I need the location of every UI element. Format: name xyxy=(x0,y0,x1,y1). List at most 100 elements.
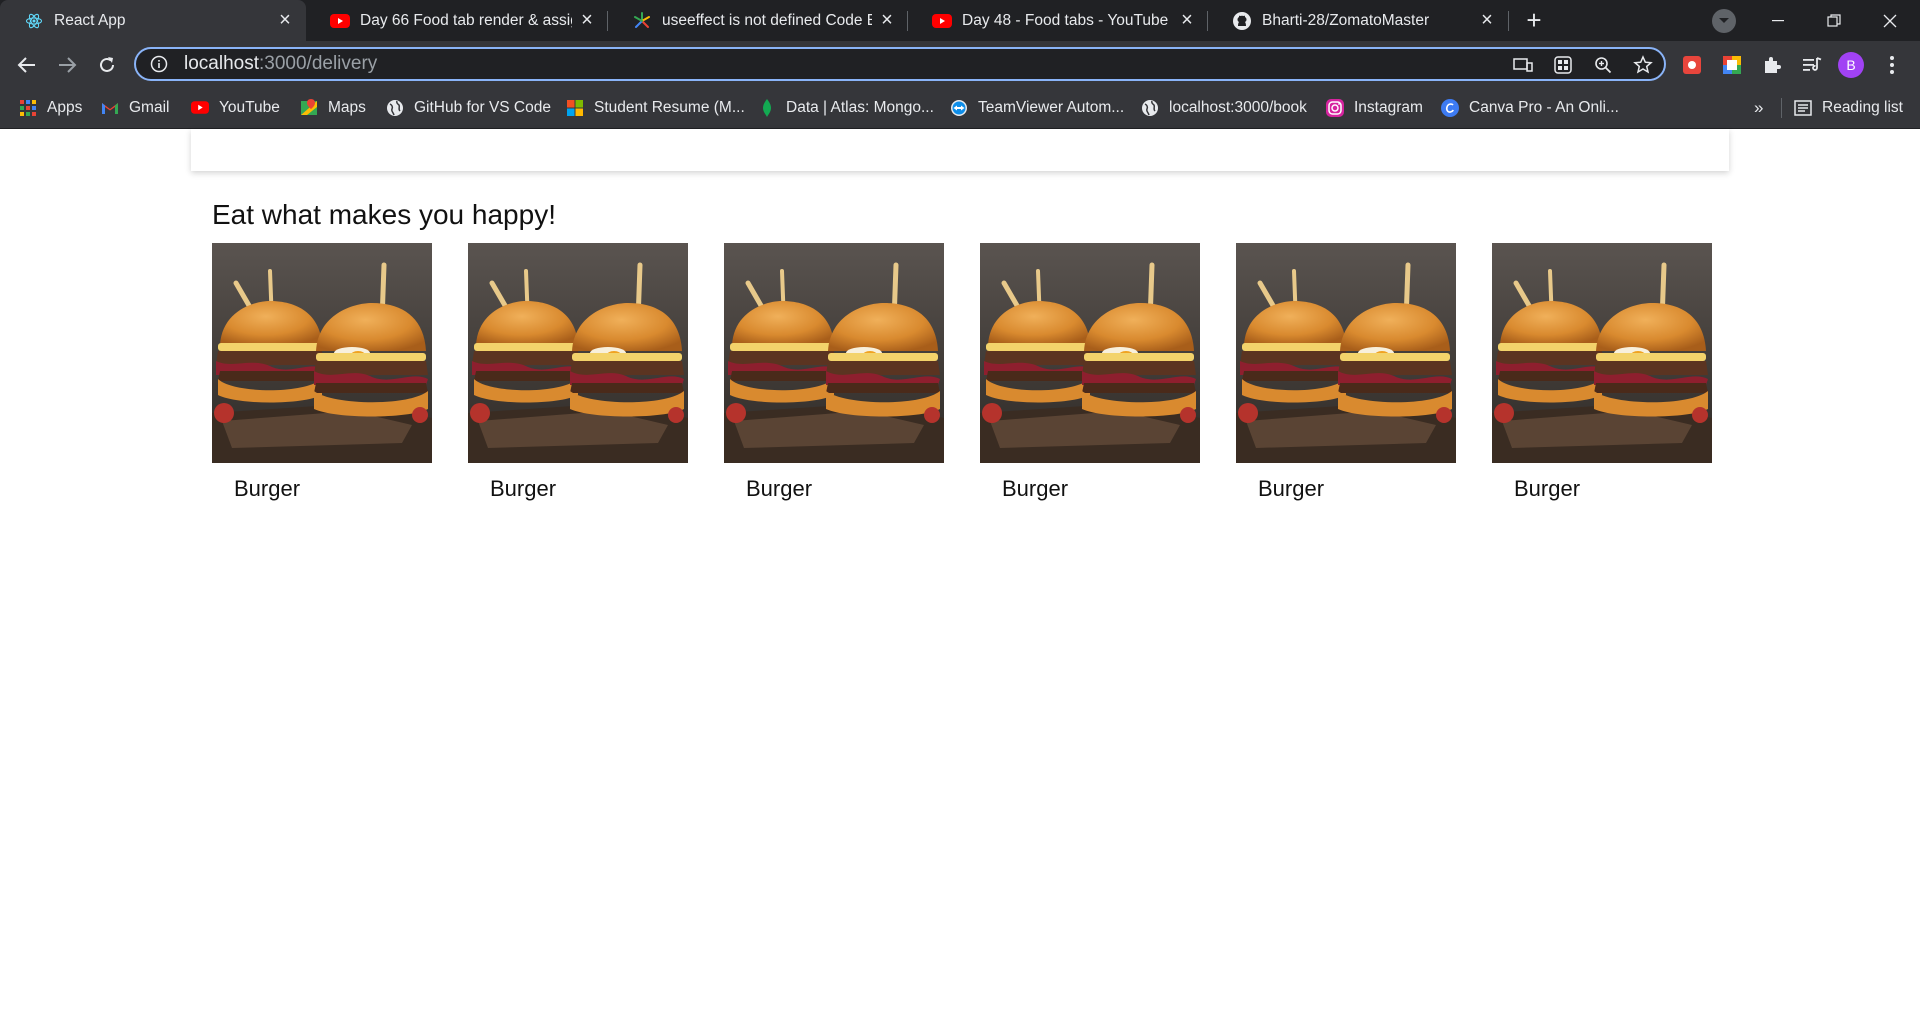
close-icon[interactable]: × xyxy=(1178,9,1196,31)
food-image[interactable] xyxy=(980,243,1200,463)
bookmark-github-vscode[interactable]: GitHub for VS Code xyxy=(386,89,551,126)
food-card[interactable]: Burger xyxy=(212,243,432,501)
bookmark-localhost-book[interactable]: localhost:3000/book xyxy=(1141,89,1307,126)
apps-grid-icon xyxy=(19,99,37,117)
close-window-button[interactable] xyxy=(1862,0,1918,41)
tab-react-app[interactable]: React App × xyxy=(0,0,306,41)
close-icon[interactable]: × xyxy=(578,9,596,31)
reading-list-icon xyxy=(1794,99,1812,117)
qr-code-icon[interactable] xyxy=(1548,51,1578,79)
food-image[interactable] xyxy=(1236,243,1456,463)
food-name: Burger xyxy=(490,476,557,501)
bookmark-label: Gmail xyxy=(129,98,170,116)
bookmark-youtube[interactable]: YouTube xyxy=(191,89,280,126)
bookmark-label: Apps xyxy=(47,98,83,116)
bookmark-canva[interactable]: Canva Pro - An Onli... xyxy=(1441,89,1619,126)
extension-red-icon[interactable] xyxy=(1678,51,1706,79)
page-heading: Eat what makes you happy! xyxy=(212,199,556,230)
install-app-icon[interactable] xyxy=(1508,51,1538,79)
forward-button[interactable] xyxy=(51,49,83,81)
tab-github[interactable]: Bharti-28/ZomatoMaster × xyxy=(1208,0,1508,41)
food-image[interactable] xyxy=(1492,243,1712,463)
url-host: localhost xyxy=(184,53,259,74)
food-image[interactable] xyxy=(468,243,688,463)
tab-useeffect[interactable]: useeffect is not defined Code Exa × xyxy=(608,0,908,41)
food-name: Burger xyxy=(746,476,813,501)
food-card[interactable]: Burger xyxy=(1236,243,1456,501)
more-menu-icon[interactable] xyxy=(1880,51,1904,79)
new-tab-button[interactable]: + xyxy=(1520,5,1548,35)
food-name: Burger xyxy=(234,476,301,501)
forward-arrow-icon xyxy=(59,57,77,73)
bookmark-student-resume[interactable]: Student Resume (M... xyxy=(566,89,745,126)
gmail-icon xyxy=(101,99,119,117)
tab-separator xyxy=(1508,11,1509,31)
microsoft-icon xyxy=(566,99,584,117)
chevron-down-icon xyxy=(1718,12,1730,30)
tab-title: Day 66 Food tab render & assign xyxy=(360,11,572,29)
food-card[interactable]: Burger xyxy=(1492,243,1712,501)
food-name: Burger xyxy=(1514,476,1581,501)
bookmark-star-icon[interactable] xyxy=(1628,51,1658,79)
address-bar[interactable]: localhost:3000/delivery xyxy=(134,47,1666,81)
reading-list-label: Reading list xyxy=(1822,98,1903,116)
bookmark-atlas-mongo[interactable]: Data | Atlas: Mongo... xyxy=(758,89,934,126)
bookmark-teamviewer[interactable]: TeamViewer Autom... xyxy=(950,89,1124,126)
mongodb-leaf-icon xyxy=(758,98,776,117)
tab-day66[interactable]: Day 66 Food tab render & assign × xyxy=(306,0,608,41)
page-content: Eat what makes you happy! Burger Burger Bu… xyxy=(0,129,1920,1030)
reload-button[interactable] xyxy=(91,49,123,81)
reload-icon xyxy=(100,57,114,72)
food-image[interactable] xyxy=(724,243,944,463)
bookmark-label: YouTube xyxy=(219,98,280,116)
bookmark-apps[interactable]: Apps xyxy=(19,89,82,126)
tab-strip: React App × Day 66 Food tab render & ass… xyxy=(0,0,1920,41)
tab-title: useeffect is not defined Code Exa xyxy=(662,11,872,29)
avatar-initial: B xyxy=(1846,57,1856,73)
close-icon[interactable]: × xyxy=(1478,9,1496,31)
bookmarks-overflow-button[interactable]: » xyxy=(1754,89,1763,126)
site-navbar xyxy=(191,129,1729,171)
bookmark-maps[interactable]: Maps xyxy=(300,89,366,126)
info-icon[interactable] xyxy=(148,53,170,75)
food-image[interactable] xyxy=(212,243,432,463)
extension-color-icon[interactable] xyxy=(1718,51,1746,79)
browser-toolbar: localhost:3000/delivery B xyxy=(0,41,1920,89)
youtube-icon xyxy=(191,99,209,117)
youtube-icon xyxy=(932,11,952,31)
instagram-icon xyxy=(1326,98,1344,117)
teamviewer-icon xyxy=(950,99,968,117)
profile-avatar[interactable]: B xyxy=(1838,52,1864,78)
zoom-icon[interactable] xyxy=(1588,51,1618,79)
close-icon[interactable]: × xyxy=(878,9,896,31)
tab-title: React App xyxy=(54,11,126,29)
react-icon xyxy=(24,11,44,31)
bookmark-label: Instagram xyxy=(1354,98,1423,116)
bookmark-label: Maps xyxy=(328,98,366,116)
tab-title: Day 48 - Food tabs - YouTube xyxy=(962,11,1169,29)
bookmark-label: Student Resume (M... xyxy=(594,98,745,116)
bookmark-label: localhost:3000/book xyxy=(1169,98,1307,116)
bookmark-gmail[interactable]: Gmail xyxy=(101,89,169,126)
food-card[interactable]: Burger xyxy=(980,243,1200,501)
bookmark-instagram[interactable]: Instagram xyxy=(1326,89,1423,126)
minimize-button[interactable] xyxy=(1750,0,1806,41)
youtube-icon xyxy=(330,11,350,31)
grepper-icon xyxy=(632,11,652,31)
extensions-puzzle-icon[interactable] xyxy=(1758,51,1786,79)
food-card[interactable]: Burger xyxy=(468,243,688,501)
media-queue-icon[interactable] xyxy=(1798,51,1826,79)
bookmarks-bar: Apps Gmail YouTube Maps GitHub for VS Co… xyxy=(0,89,1920,129)
food-card[interactable]: Burger xyxy=(724,243,944,501)
bookmark-label: Data | Atlas: Mongo... xyxy=(786,98,934,116)
food-name: Burger xyxy=(1258,476,1325,501)
close-icon[interactable]: × xyxy=(276,9,294,31)
bookmark-label: Canva Pro - An Onli... xyxy=(1469,98,1619,116)
back-button[interactable] xyxy=(11,49,43,81)
tab-search-button[interactable] xyxy=(1712,9,1736,33)
reading-list-button[interactable]: Reading list xyxy=(1794,89,1903,126)
url-text[interactable]: localhost:3000/delivery xyxy=(184,53,377,75)
restore-button[interactable] xyxy=(1806,0,1862,41)
bookmark-label: TeamViewer Autom... xyxy=(978,98,1125,116)
tab-day48[interactable]: Day 48 - Food tabs - YouTube × xyxy=(908,0,1208,41)
